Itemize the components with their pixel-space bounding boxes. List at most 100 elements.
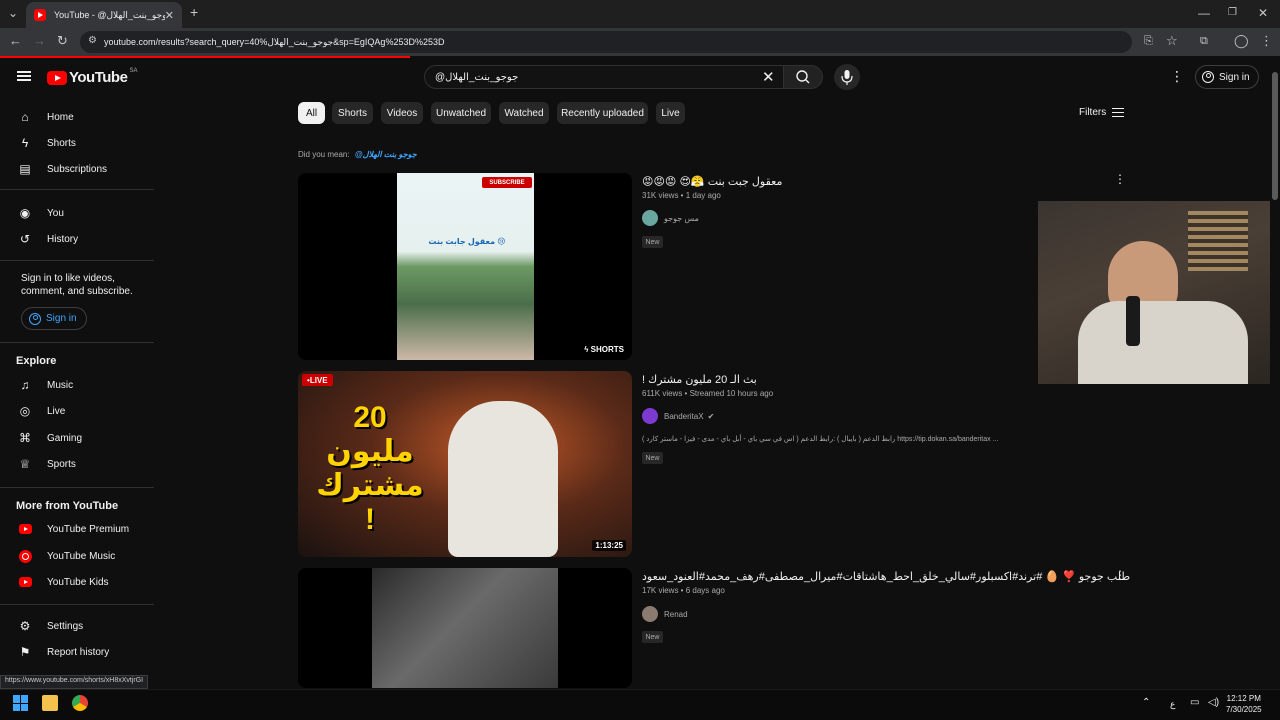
chip-shorts[interactable]: Shorts [332, 102, 373, 124]
country-code: SA [129, 67, 138, 74]
result-menu-icon[interactable]: ⋮ [1114, 172, 1126, 186]
system-clock[interactable]: 12:12 PM 7/30/2025 [1226, 693, 1262, 715]
signin-button[interactable]: Sign in [1195, 65, 1259, 89]
window-close-icon[interactable]: ✕ [1258, 6, 1268, 20]
clear-search-icon[interactable]: ✕ [762, 68, 775, 86]
scrollbar-thumb[interactable] [1272, 72, 1278, 200]
thumb-caption: معقول جابت بنت 😢 [428, 237, 506, 246]
chip-unwatched[interactable]: Unwatched [431, 102, 491, 124]
tab-title: YouTube - @جوجو_بنت_الهلال [54, 9, 165, 20]
new-tab-icon[interactable]: + [190, 4, 198, 20]
sidebar-item-youtube-music[interactable]: YouTube Music [0, 543, 154, 569]
sidebar-item-history[interactable]: ↺ History [0, 226, 154, 252]
page-load-progress [0, 56, 410, 58]
minimize-icon[interactable]: — [1198, 6, 1210, 20]
sidebar-item-live[interactable]: ◎ Live [0, 398, 154, 424]
you-icon: ◉ [19, 206, 31, 220]
youtube-logo[interactable]: YouTube SA [47, 67, 138, 86]
live-icon: ◎ [19, 404, 31, 418]
sidebar-item-shorts[interactable]: ϟ Shorts [0, 130, 154, 156]
home-icon: ⌂ [21, 110, 29, 124]
chip-recently-uploaded[interactable]: Recently uploaded [557, 102, 648, 124]
result-title[interactable]: ! بث الـ 20 مليون مشترك [642, 373, 757, 386]
youtube-music-icon [18, 549, 32, 563]
streamer-body [1078, 301, 1248, 384]
youtube-kids-icon [18, 575, 32, 589]
sidebar-item-music[interactable]: ♫ Music [0, 372, 154, 398]
result-menu-icon[interactable]: ⋮ [1114, 568, 1126, 582]
sidebar-item-sports[interactable]: ♕ Sports [0, 451, 154, 477]
file-explorer-icon[interactable] [42, 695, 58, 711]
signin-label: Sign in [1219, 71, 1250, 83]
network-icon[interactable]: ▭ [1190, 697, 1199, 708]
did-you-mean: Did you mean: @جوجو بنت الهلال [298, 150, 417, 159]
settings-kebab-icon[interactable]: ⋮ [1170, 68, 1184, 85]
bookmark-star-icon[interactable]: ☆ [1166, 33, 1178, 49]
back-icon[interactable]: ← [9, 33, 22, 48]
browser-tab[interactable]: YouTube - @جوجو_بنت_الهلال ✕ [26, 2, 182, 28]
tray-chevron-icon[interactable]: ⌃ [1142, 697, 1150, 708]
result-thumbnail[interactable]: SUBSCRIBE معقول جابت بنت 😢 ϟ SHORTS [298, 173, 632, 360]
sidebar-item-youtube-premium[interactable]: YouTube Premium [0, 516, 154, 542]
sidebar-item-settings[interactable]: ⚙ Settings [0, 613, 154, 639]
windows-start-icon[interactable] [13, 695, 29, 711]
result-channel[interactable]: مس جوجو [642, 210, 699, 226]
result-channel[interactable]: Renad [642, 606, 688, 622]
subscriptions-icon: ▤ [19, 162, 31, 176]
profile-icon[interactable]: ◯ [1234, 33, 1249, 49]
flag-icon: ⚑ [19, 645, 31, 659]
voice-search-button[interactable] [834, 64, 860, 90]
volume-icon[interactable]: ◁) [1208, 697, 1219, 708]
sidebar-item-you[interactable]: ◉ You [0, 200, 154, 226]
hamburger-menu-icon[interactable] [17, 71, 31, 81]
search-button[interactable] [783, 65, 823, 89]
result-channel[interactable]: BanderitaX ✔ [642, 408, 714, 424]
sidebar-item-home[interactable]: ⌂ Home [0, 104, 154, 130]
webcam-overlay [1038, 201, 1280, 384]
chip-all[interactable]: All [298, 102, 325, 124]
search-input[interactable]: @جوجو_بنت_الهلال [424, 65, 784, 89]
sidebar-divider [0, 487, 154, 488]
sidebar-divider [0, 189, 154, 190]
sidebar-item-gaming[interactable]: ⌘ Gaming [0, 425, 154, 451]
result-title[interactable]: 😡😡😡 😍😤 معقول جبت بنت [642, 175, 782, 188]
result-title[interactable]: طلب جوجو ❣️ 🥚 #ترند#اكسبلور#سالي_خلق_احط… [642, 570, 1130, 583]
youtube-play-icon [47, 70, 67, 85]
sidebar-label: You [47, 207, 64, 219]
result-thumbnail[interactable] [298, 568, 632, 688]
result-thumbnail[interactable]: • LIVE 20 مليون مشترك ! 1:13:25 [298, 371, 632, 557]
chrome-icon[interactable] [72, 695, 88, 711]
sidebar-item-youtube-kids[interactable]: YouTube Kids [0, 569, 154, 595]
shorts-label-text: SHORTS [590, 345, 624, 354]
account-icon [1202, 71, 1214, 83]
search-query: @جوجو_بنت_الهلال [435, 71, 519, 83]
thumb-caption: 20 مليون مشترك ! [316, 401, 424, 536]
sidebar-label: Settings [47, 620, 84, 632]
browser-tab-bar: ⌄ YouTube - @جوجو_بنت_الهلال ✕ + — ❐ ✕ [0, 0, 1280, 28]
restore-icon[interactable]: ❐ [1228, 7, 1237, 18]
chip-watched[interactable]: Watched [499, 102, 549, 124]
tab-close-icon[interactable]: ✕ [165, 9, 174, 22]
tab-search-icon[interactable]: ⌄ [8, 6, 18, 20]
forward-icon[interactable]: → [33, 33, 46, 48]
site-info-icon[interactable]: ⚙ [88, 35, 97, 46]
address-bar[interactable]: youtube.com/results?search_query=40%جوجو… [80, 31, 1132, 53]
sidebar-signin-button[interactable]: Sign in [21, 307, 87, 330]
install-app-icon[interactable]: ⎘ [1144, 35, 1153, 48]
filter-sliders-icon [1112, 108, 1125, 117]
extensions-icon[interactable]: ⧉ [1200, 35, 1208, 48]
chip-live[interactable]: Live [656, 102, 685, 124]
did-you-mean-prefix: Did you mean: [298, 150, 350, 159]
chip-videos[interactable]: Videos [381, 102, 423, 124]
reload-icon[interactable]: ↻ [57, 33, 68, 49]
filters-button[interactable]: Filters [1079, 107, 1125, 118]
sidebar-item-report-history[interactable]: ⚑ Report history [0, 639, 154, 665]
input-language[interactable]: ع [1170, 699, 1175, 710]
new-badge: New [642, 631, 663, 643]
microphone-icon [841, 70, 853, 85]
shorts-icon: ϟ [21, 136, 29, 150]
music-icon: ♫ [20, 378, 30, 392]
sidebar-item-subscriptions[interactable]: ▤ Subscriptions [0, 156, 154, 182]
browser-menu-icon[interactable]: ⋮ [1260, 33, 1273, 49]
did-you-mean-suggestion[interactable]: @جوجو بنت الهلال [355, 150, 417, 159]
